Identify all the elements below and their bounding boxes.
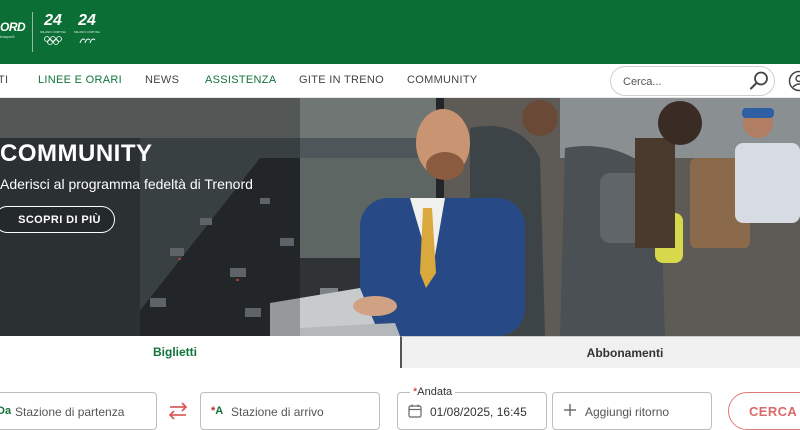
arrival-prefix: *A [211,405,224,417]
discover-more-button[interactable]: SCOPRI DI PIÙ [0,206,115,233]
departure-station-field[interactable]: Da Stazione di partenza [0,392,157,430]
logo-divider [32,12,33,52]
search-icon[interactable] [748,70,770,92]
nav-item-community[interactable]: COMMUNITY [407,74,478,86]
hero-banner: COMMUNITY Aderisci al programma fedeltà … [0,98,800,336]
user-icon[interactable] [788,70,800,92]
hero-train-photo [0,98,800,336]
return-placeholder: Aggiungi ritorno [585,405,670,419]
arrival-placeholder: Stazione di arrivo [231,405,324,419]
nav-item-biglietti[interactable]: TI [0,74,8,86]
olympic-rings-icon [44,36,62,45]
paralympic-games-logo: 24 MILANO CORTINA [72,12,102,52]
plus-icon [564,404,576,416]
departure-date-value: 01/08/2025, 16:45 [430,405,527,419]
paralympic-agitos-icon [79,38,96,44]
arrival-station-field[interactable]: *A Stazione di arrivo [200,392,380,430]
hero-title: COMMUNITY [0,140,153,167]
swap-stations-icon[interactable] [167,401,189,421]
nav-item-assistenza[interactable]: ASSISTENZA [205,74,276,86]
departure-prefix: Da [0,405,12,417]
nav-item-gite-in-treno[interactable]: GITE IN TRENO [299,74,384,86]
tab-biglietti-label: Biglietti [153,345,197,359]
calendar-icon [408,404,422,418]
top-header: ORD trasporti 24 MILANO CORTINA 24 MILAN… [0,0,800,64]
hero-subtitle: Aderisci al programma fedeltà di Trenord [0,176,253,192]
nav-item-linee-e-orari[interactable]: LINEE E ORARI [38,74,122,86]
tab-biglietti[interactable]: Biglietti [0,336,398,368]
logo-tagline: trasporti [0,34,15,39]
departure-placeholder: Stazione di partenza [15,405,125,419]
departure-date-label: *Andata [410,386,456,398]
search-input[interactable] [623,74,743,89]
trenord-logo[interactable]: ORD [0,20,26,34]
tab-abbonamenti[interactable]: Abbonamenti [400,336,800,368]
nav-item-news[interactable]: NEWS [145,74,179,86]
search-submit-button[interactable]: CERCA [728,392,800,430]
olympic-games-logo: 24 MILANO CORTINA [38,12,68,52]
tab-abbonamenti-label: Abbonamenti [586,345,664,360]
